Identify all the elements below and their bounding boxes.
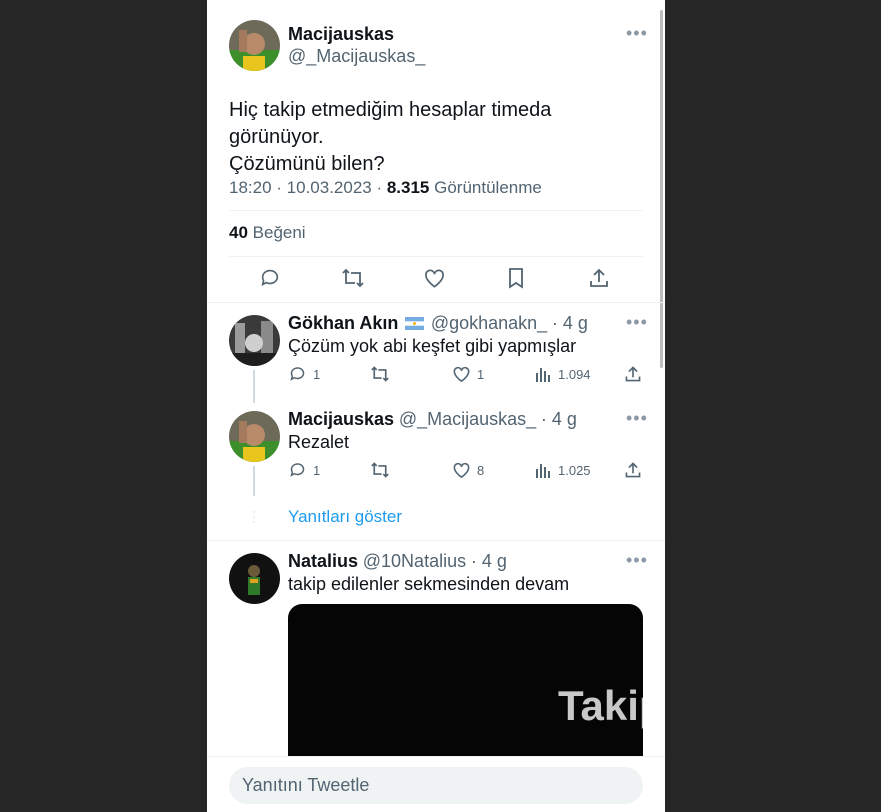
more-icon[interactable]: ••• [626, 551, 648, 569]
like-icon [452, 365, 471, 383]
avatar[interactable] [229, 315, 280, 366]
views-icon [535, 461, 552, 479]
author-handle[interactable]: @10Natalius [363, 551, 466, 571]
views-button[interactable]: 1.094 [535, 365, 591, 383]
show-replies-link[interactable]: Yanıtları göster [288, 507, 402, 527]
like-count: 1 [477, 366, 485, 382]
views-label: Görüntülenme [429, 178, 542, 197]
argentina-flag-icon [405, 317, 425, 330]
like-icon[interactable] [423, 267, 446, 289]
avatar[interactable] [229, 553, 280, 604]
thread-dots: · · · [252, 504, 256, 528]
tweet-time[interactable]: 18:20 · 10.03.2023 · [229, 178, 387, 197]
reply-button[interactable]: 1 [288, 461, 320, 479]
author-handle[interactable]: @gokhanakn_ [431, 313, 547, 333]
reply-bar: Yanıtını Tweetle [207, 756, 665, 812]
views-button[interactable]: 1.025 [535, 461, 591, 479]
reply-count: 1 [313, 366, 321, 382]
view-count: 1.094 [558, 366, 591, 382]
reply-count: 1 [313, 462, 321, 478]
share-button[interactable] [624, 461, 642, 479]
author-name[interactable]: Gökhan Akın [288, 313, 398, 333]
like-count: 8 [477, 462, 485, 478]
retweet-icon [370, 461, 390, 479]
scrollbar[interactable] [660, 10, 663, 368]
reply-icon[interactable] [259, 267, 281, 289]
share-icon [624, 365, 642, 383]
retweet-icon[interactable] [341, 267, 365, 289]
reply-text: Rezalet [288, 432, 350, 452]
likes-summary[interactable]: 40 Beğeni [229, 223, 306, 243]
author-name[interactable]: Macijauskas [288, 409, 394, 429]
retweet-button[interactable] [370, 461, 390, 479]
author-handle[interactable]: @_Macijauskas_ [399, 409, 536, 429]
tweet-text-line: Çözümünü bilen? [229, 153, 385, 175]
reply-input[interactable]: Yanıtını Tweetle [229, 767, 643, 804]
reply-icon [288, 461, 307, 479]
retweet-icon [370, 365, 390, 383]
view-count: 1.025 [558, 462, 591, 478]
reply-header: Macijauskas @_Macijauskas_ · 4 g [288, 409, 577, 430]
reply-header: Natalius @10Natalius · 4 g [288, 551, 507, 572]
like-button[interactable]: 1 [452, 365, 484, 383]
reply-age[interactable]: · 4 g [471, 551, 507, 571]
reply-text: Çözüm yok abi keşfet gibi yapmışlar [288, 336, 577, 356]
divider [207, 540, 665, 541]
more-icon[interactable]: ••• [626, 24, 648, 42]
author-name[interactable]: Macijauskas [288, 24, 394, 45]
avatar[interactable] [229, 20, 280, 71]
thread-line [253, 466, 255, 496]
divider [207, 302, 665, 303]
reply-header: Gökhan Akın @gokhanakn_ · 4 g [288, 313, 588, 334]
tweet-text-line: Hiç takip etmediğim hesaplar timeda görü… [229, 99, 552, 148]
bookmark-icon[interactable] [506, 267, 526, 289]
divider [229, 256, 643, 257]
more-icon[interactable]: ••• [626, 409, 648, 427]
share-button[interactable] [624, 365, 642, 383]
avatar[interactable] [229, 411, 280, 462]
share-icon [624, 461, 642, 479]
tweet-text: Hiç takip etmediğim hesaplar timeda görü… [229, 97, 649, 178]
likes-count: 40 [229, 223, 248, 242]
views-count: 8.315 [386, 178, 430, 197]
tweet-meta: 18:20 · 10.03.2023 · 8.315 Görüntülenme [229, 178, 542, 198]
like-button[interactable]: 8 [452, 461, 484, 479]
views-icon [535, 365, 552, 383]
likes-label: Beğeni [247, 223, 306, 242]
more-icon[interactable]: ••• [626, 313, 648, 331]
author-name[interactable]: Natalius [288, 551, 358, 571]
video-media[interactable]: Takip [288, 604, 643, 774]
thread-line [253, 370, 255, 403]
author-handle[interactable]: @_Macijauskas_ [288, 46, 425, 67]
tweet-detail-view: Macijauskas @_Macijauskas_ ••• Hiç takip… [207, 0, 665, 812]
retweet-button[interactable] [370, 365, 390, 383]
reply-icon [288, 365, 307, 383]
reply-text: takip edilenler sekmesinden devam [288, 574, 570, 594]
media-text: Takip [558, 682, 643, 729]
divider [229, 210, 643, 211]
like-icon [452, 461, 471, 479]
reply-age[interactable]: · 4 g [552, 313, 588, 333]
reply-age[interactable]: · 4 g [541, 409, 577, 429]
share-icon[interactable] [588, 267, 610, 289]
reply-button[interactable]: 1 [288, 365, 320, 383]
